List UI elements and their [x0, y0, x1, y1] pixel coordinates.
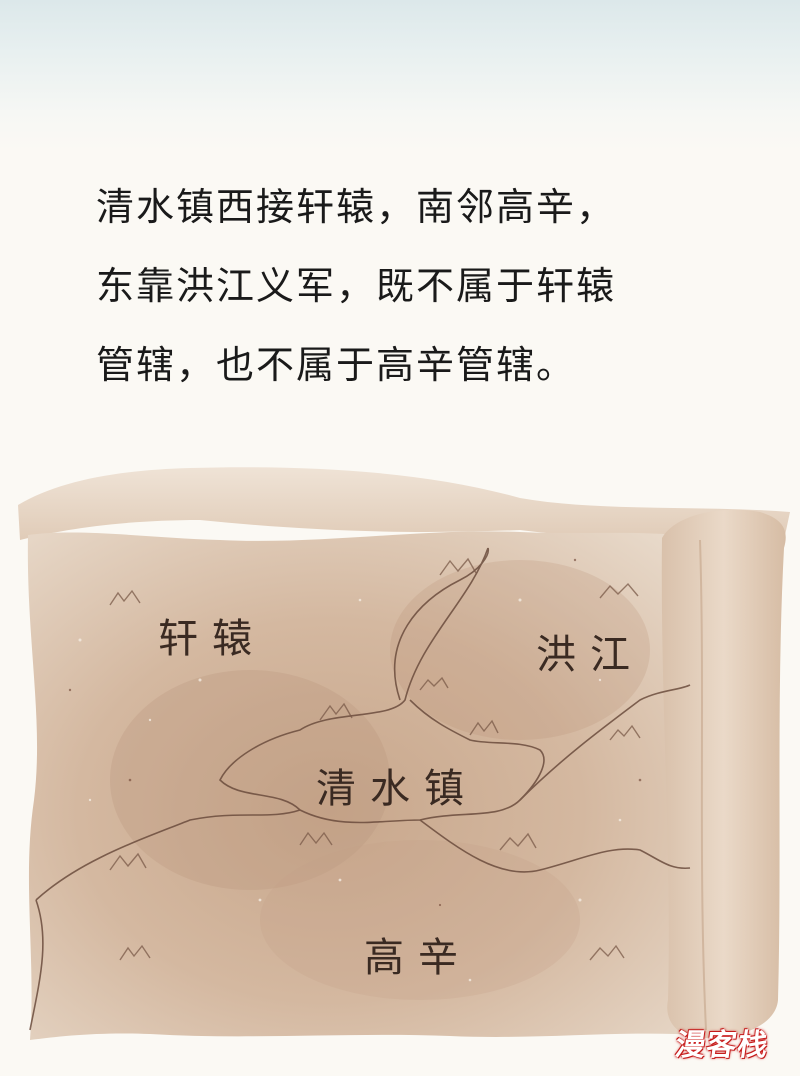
map-label-qingshui-town: 清水镇 [316, 766, 478, 812]
narration-line-1: 清水镇西接轩辕，南邻高辛， [96, 185, 617, 229]
sky-background [0, 0, 800, 150]
scroll-right-roll [661, 509, 786, 1039]
narration-line-3: 管辖，也不属于高辛管辖。 [96, 343, 577, 387]
watermark-logo: 漫客栈 [673, 1028, 771, 1063]
map-label-xuanyuan: 轩辕 [158, 616, 266, 662]
map-label-gaoxin: 高辛 [364, 935, 472, 981]
map-label-hongjiang: 洪江 [536, 632, 644, 678]
narration-text: 清水镇西接轩辕，南邻高辛， 东靠洪江义军，既不属于轩辕 管辖，也不属于高辛管辖。 [96, 168, 736, 405]
narration-line-2: 东靠洪江义军，既不属于轩辕 [96, 264, 617, 308]
